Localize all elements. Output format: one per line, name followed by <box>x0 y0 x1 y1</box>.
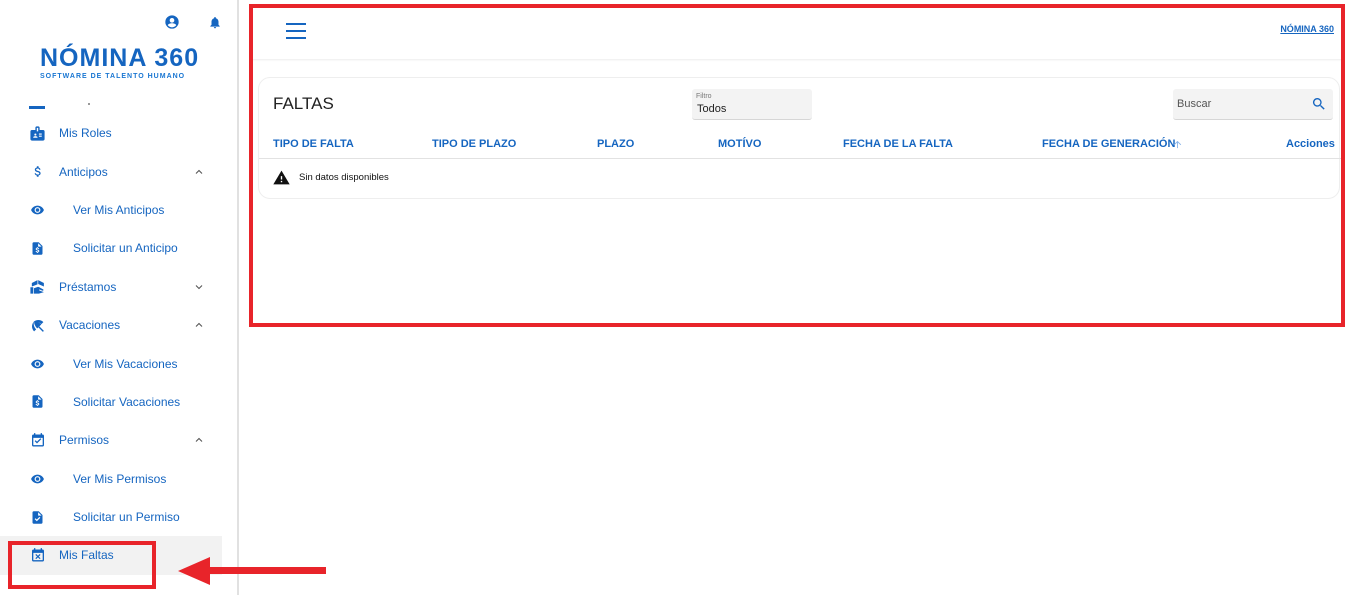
chevron-down-icon[interactable] <box>193 281 205 293</box>
chevron-up-icon[interactable] <box>193 434 205 446</box>
sidebar-item-solicitar-anticipo[interactable]: Solicitar un Anticipo <box>0 229 237 267</box>
sidebar-item-label: Mis Faltas <box>59 548 114 563</box>
sidebar-item-solicitar-permiso[interactable]: Solicitar un Permiso <box>0 498 237 536</box>
annotation-arrow-icon <box>178 557 326 585</box>
sidebar-item-label: Préstamos <box>59 279 117 294</box>
hand-money-icon <box>29 278 46 295</box>
sidebar-item-label: Solicitar Vacaciones <box>73 394 181 409</box>
sidebar-item-ver-mis-anticipos[interactable]: Ver Mis Anticipos <box>0 191 237 229</box>
logo-tagline: SOFTWARE DE TALENTO HUMANO <box>40 73 186 80</box>
faltas-card: FALTAS Filtro Todos TIPO DE FALTA TIPO D… <box>258 77 1341 199</box>
sidebar-item-label: Vacaciones <box>59 318 121 333</box>
eye-icon <box>29 201 46 218</box>
sidebar-item-ver-mis-vacaciones[interactable]: Ver Mis Vacaciones <box>0 344 237 382</box>
sidebar-item-label: Anticipos <box>59 164 108 179</box>
menu-partial-item <box>0 100 237 114</box>
eye-icon <box>29 355 46 372</box>
column-plazo[interactable]: PLAZO <box>597 138 634 150</box>
column-fecha-de-la-falta[interactable]: FECHA DE LA FALTA <box>843 138 953 150</box>
sidebar-item-label: Solicitar un Permiso <box>73 510 180 525</box>
brand-logo: NÓMINA 360 SOFTWARE DE TALENTO HUMANO <box>40 44 200 80</box>
sidebar-item-vacaciones[interactable]: Vacaciones <box>0 306 237 344</box>
chevron-up-icon[interactable] <box>193 166 205 178</box>
eye-icon <box>29 470 46 487</box>
sidebar-item-ver-mis-permisos[interactable]: Ver Mis Permisos <box>0 460 237 498</box>
sidebar-item-anticipos[interactable]: Anticipos <box>0 152 237 190</box>
dollar-icon <box>29 163 46 180</box>
sidebar-item-label: Permisos <box>59 433 110 448</box>
warning-icon <box>273 170 290 185</box>
header-logo: NÓMINA 360 <box>1280 24 1334 34</box>
table-header: TIPO DE FALTA TIPO DE PLAZO PLAZO MOTÍVO… <box>259 135 1341 159</box>
sidebar-item-label: Mis Roles <box>59 126 112 141</box>
sidebar-menu: Mis Roles Anticipos Ver Mis Anticipos So… <box>0 100 237 575</box>
filter-select[interactable]: Filtro Todos <box>692 89 812 120</box>
column-tipo-de-plazo[interactable]: TIPO DE PLAZO <box>432 138 516 150</box>
column-tipo-de-falta[interactable]: TIPO DE FALTA <box>273 138 354 150</box>
sidebar-item-label: Ver Mis Anticipos <box>73 202 165 217</box>
sidebar-divider <box>237 0 239 595</box>
logo-wordmark: NÓMINA 360 <box>40 44 200 72</box>
column-motivo[interactable]: MOTÍVO <box>718 138 761 150</box>
top-icons <box>164 14 224 32</box>
bell-icon[interactable] <box>208 14 224 32</box>
search-input[interactable] <box>1173 89 1301 119</box>
account-circle-icon[interactable] <box>164 14 180 32</box>
sidebar-item-solicitar-vacaciones[interactable]: Solicitar Vacaciones <box>0 383 237 421</box>
sidebar-item-label: Ver Mis Permisos <box>73 471 167 486</box>
empty-state: Sin datos disponibles <box>273 170 389 185</box>
app-window: NÓMINA 360 SOFTWARE DE TALENTO HUMANO Mi… <box>0 0 1361 595</box>
sort-arrow-up-icon[interactable] <box>1172 139 1183 150</box>
money-doc-icon <box>29 240 46 257</box>
page-title: FALTAS <box>273 94 334 113</box>
sidebar-item-prestamos[interactable]: Préstamos <box>0 268 237 306</box>
empty-message: Sin datos disponibles <box>299 172 389 183</box>
filter-label: Filtro <box>696 93 712 100</box>
sidebar-item-mis-roles[interactable]: Mis Roles <box>0 114 237 152</box>
column-acciones: Acciones <box>1286 138 1335 150</box>
column-fecha-de-generacion[interactable]: FECHA DE GENERACIÓN <box>1042 138 1175 150</box>
calendar-x-icon <box>29 547 46 564</box>
beach-umbrella-icon <box>29 317 46 334</box>
top-bar: NÓMINA 360 <box>252 7 1342 59</box>
doc-check-icon <box>29 509 46 526</box>
search-field <box>1173 89 1333 120</box>
id-badge-icon <box>29 125 46 142</box>
sidebar: NÓMINA 360 SOFTWARE DE TALENTO HUMANO Mi… <box>0 0 237 595</box>
sidebar-item-permisos[interactable]: Permisos <box>0 421 237 459</box>
menu-icon[interactable] <box>286 23 306 39</box>
search-icon[interactable] <box>1311 96 1327 112</box>
filter-value: Todos <box>697 103 727 115</box>
calendar-check-icon <box>29 432 46 449</box>
sidebar-item-label: Ver Mis Vacaciones <box>73 356 178 371</box>
sidebar-item-label: Solicitar un Anticipo <box>73 241 178 256</box>
money-doc-icon <box>29 393 46 410</box>
chevron-up-icon[interactable] <box>193 319 205 331</box>
